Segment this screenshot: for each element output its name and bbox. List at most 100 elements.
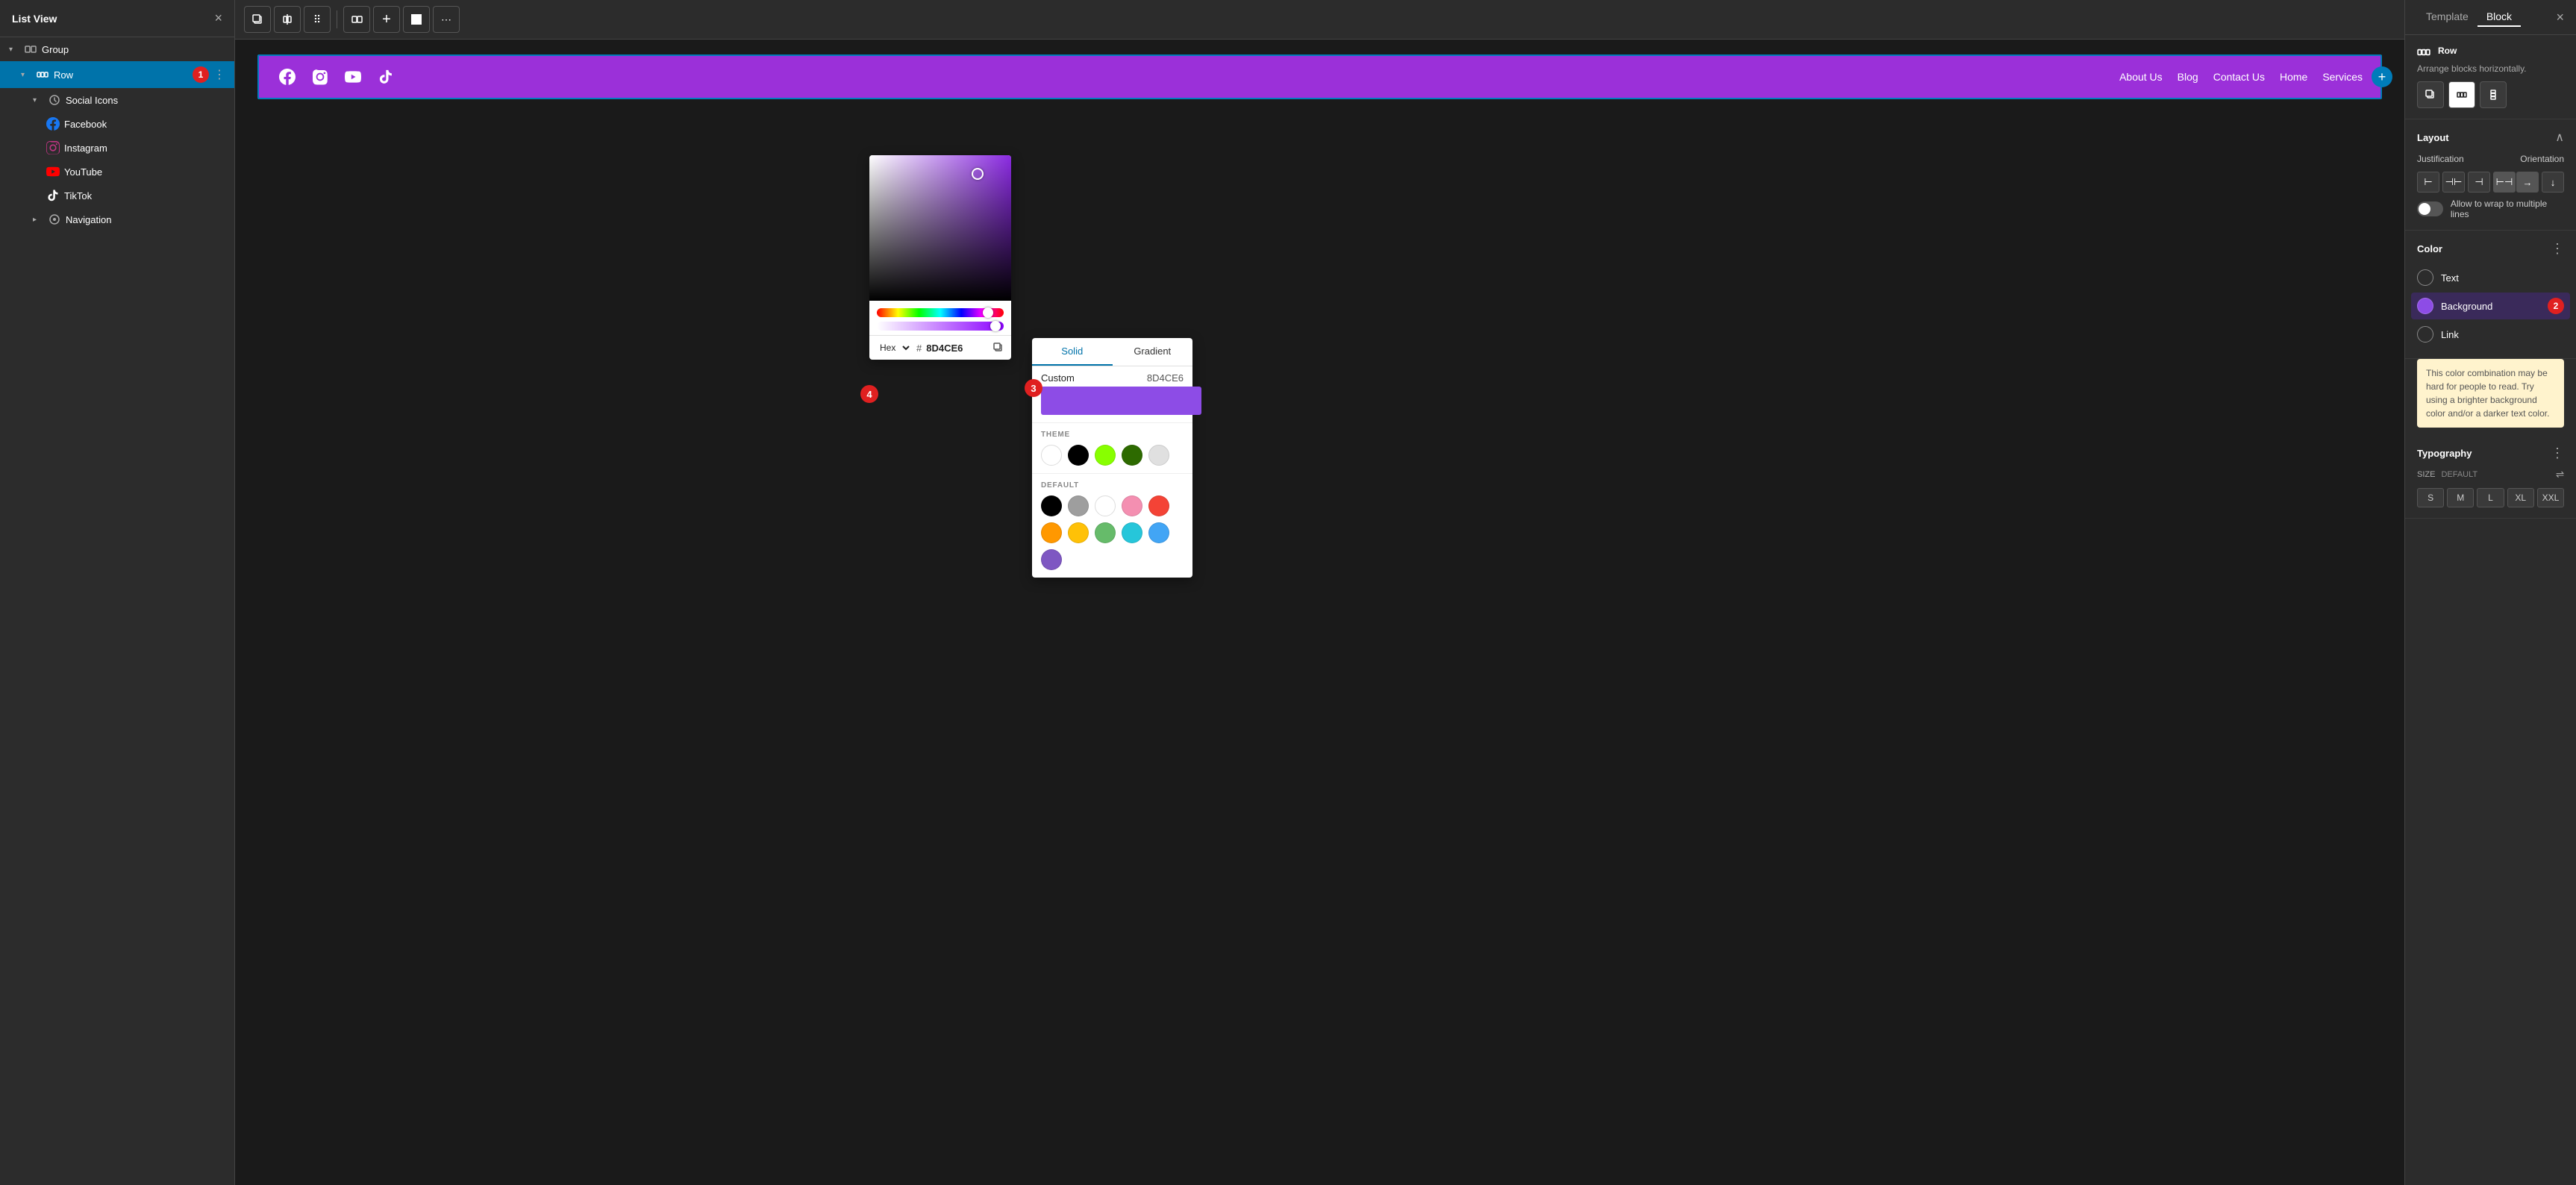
alpha-thumb[interactable]	[990, 321, 1001, 331]
align-left-button[interactable]	[343, 6, 370, 33]
copy-icon[interactable]	[992, 341, 1004, 355]
color-option-background[interactable]: Background 2	[2411, 293, 2570, 319]
solid-tab[interactable]: Solid	[1032, 338, 1113, 366]
chevron-social-icon: ▾	[33, 96, 43, 104]
social-icons-bar	[277, 66, 396, 87]
color-gradient-area[interactable]	[869, 155, 1011, 301]
layout-section: Layout ∧ Justification Orientation ⊢ ⊣⊢ …	[2405, 119, 2576, 231]
block-row-button[interactable]	[2448, 81, 2475, 108]
def-pink[interactable]	[1122, 495, 1142, 516]
block-copy-button[interactable]	[2417, 81, 2444, 108]
hue-thumb[interactable]	[983, 307, 993, 318]
hex-label: Hex RGB HSL	[877, 342, 912, 354]
ig-header-icon	[310, 66, 331, 87]
def-cyan[interactable]	[1122, 522, 1142, 543]
color-gradient-thumb[interactable]	[972, 168, 984, 180]
def-purple[interactable]	[1041, 549, 1062, 570]
def-teal[interactable]	[1095, 522, 1116, 543]
size-xl-button[interactable]: XL	[2507, 488, 2534, 507]
def-blue[interactable]	[1148, 522, 1169, 543]
justify-stretch-button[interactable]: ⊢⊣	[2493, 172, 2516, 193]
background-color-circle	[2417, 298, 2433, 314]
add-block-button[interactable]: +	[373, 6, 400, 33]
wrap-toggle[interactable]	[2417, 201, 2443, 216]
tree-item-facebook[interactable]: Facebook	[0, 112, 234, 136]
tree-item-youtube[interactable]: YouTube	[0, 160, 234, 184]
youtube-label: YouTube	[64, 166, 225, 178]
navigation-label: Navigation	[66, 214, 225, 225]
def-white[interactable]	[1095, 495, 1116, 516]
def-orange[interactable]	[1041, 522, 1062, 543]
justify-left-button[interactable]: ⊢	[2417, 172, 2439, 193]
typography-more-button[interactable]: ⋮	[2551, 445, 2564, 461]
theme-color-white[interactable]	[1041, 445, 1062, 466]
block-icon-buttons	[2417, 81, 2564, 108]
gradient-tab[interactable]: Gradient	[1113, 338, 1193, 366]
block-type-button[interactable]	[403, 6, 430, 33]
custom-color-swatch[interactable]	[1041, 387, 1201, 415]
add-block-inline-button[interactable]: +	[2372, 66, 2392, 87]
nav-blog[interactable]: Blog	[2178, 71, 2198, 83]
list-view-title: List View	[12, 13, 57, 25]
close-right-panel-button[interactable]: ×	[2556, 10, 2564, 25]
solid-gradient-popup: Solid Gradient Custom 8D4CE6 THEME DEF	[1032, 338, 1192, 578]
theme-section-title: THEME	[1041, 431, 1184, 439]
size-m-button[interactable]: M	[2447, 488, 2474, 507]
tree-item-group[interactable]: ▾ Group	[0, 37, 234, 61]
duplicate-button[interactable]	[244, 6, 271, 33]
default-color-dots	[1041, 495, 1184, 570]
tree-item-social-icons[interactable]: ▾ Social Icons	[0, 88, 234, 112]
size-s-button[interactable]: S	[2417, 488, 2444, 507]
default-section-title: DEFAULT	[1041, 481, 1184, 490]
color-option-text[interactable]: Text	[2417, 264, 2564, 291]
tree-item-instagram[interactable]: Instagram	[0, 136, 234, 160]
row-more-button[interactable]: ⋮	[213, 67, 225, 82]
text-color-circle	[2417, 269, 2433, 286]
nav-services[interactable]: Services	[2322, 71, 2363, 83]
yt-header-icon	[343, 66, 363, 87]
tab-block[interactable]: Block	[2477, 7, 2521, 27]
justify-center-button[interactable]: ⊣⊢	[2442, 172, 2465, 193]
tiktok-icon	[46, 189, 60, 202]
tab-template[interactable]: Template	[2417, 7, 2477, 27]
theme-color-light-gray[interactable]	[1148, 445, 1169, 466]
hue-slider[interactable]	[877, 308, 1004, 317]
def-gray[interactable]	[1068, 495, 1089, 516]
color-title: Color	[2417, 243, 2442, 254]
nav-home[interactable]: Home	[2280, 71, 2307, 83]
size-xxl-button[interactable]: XXL	[2537, 488, 2564, 507]
theme-color-dark-green[interactable]	[1122, 445, 1142, 466]
close-list-view-button[interactable]: ×	[214, 10, 222, 26]
orient-v-button[interactable]: ↓	[2542, 172, 2564, 193]
nav-contact[interactable]: Contact Us	[2213, 71, 2265, 83]
color-more-button[interactable]: ⋮	[2551, 241, 2564, 257]
size-l-button[interactable]: L	[2477, 488, 2504, 507]
hex-mode-select[interactable]: Hex RGB HSL	[877, 342, 912, 354]
drag-button[interactable]: ⠿	[304, 6, 331, 33]
more-options-button[interactable]: ⋯	[433, 6, 460, 33]
orient-h-button[interactable]: →	[2516, 172, 2539, 193]
def-red[interactable]	[1148, 495, 1169, 516]
color-option-link[interactable]: Link	[2417, 321, 2564, 348]
row-icon	[36, 68, 49, 81]
theme-color-black[interactable]	[1068, 445, 1089, 466]
alpha-slider[interactable]	[877, 322, 1004, 331]
def-yellow[interactable]	[1068, 522, 1089, 543]
layout-collapse-icon[interactable]: ∧	[2555, 130, 2564, 145]
justify-right-button[interactable]: ⊣	[2468, 172, 2490, 193]
link-color-label: Link	[2441, 329, 2459, 340]
def-black[interactable]	[1041, 495, 1062, 516]
color-picker-popup: Hex RGB HSL #	[869, 155, 1011, 360]
tree-item-navigation[interactable]: ▸ Navigation	[0, 207, 234, 231]
canvas-toolbar: ⠿ + ⋯	[235, 0, 2404, 40]
tree-item-tiktok[interactable]: TikTok	[0, 184, 234, 207]
custom-color-row[interactable]: Custom 8D4CE6	[1032, 366, 1192, 387]
align-center-button[interactable]	[274, 6, 301, 33]
theme-color-green[interactable]	[1095, 445, 1116, 466]
tree-item-row[interactable]: ▾ Row 1 ⋮	[0, 61, 234, 88]
size-buttons: S M L XL XXL	[2417, 488, 2564, 507]
block-col-button[interactable]	[2480, 81, 2507, 108]
typography-settings-button[interactable]: ⇌	[2556, 469, 2564, 481]
nav-about[interactable]: About Us	[2119, 71, 2163, 83]
row-label: Row	[54, 69, 188, 81]
